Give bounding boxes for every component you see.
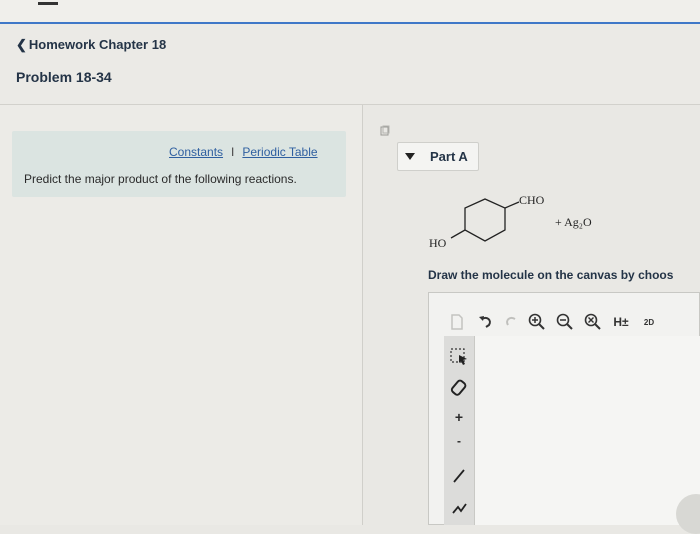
zoom-reset-icon[interactable]	[582, 308, 604, 336]
editor-toolbar: H± 2D	[440, 308, 700, 336]
part-a-toggle[interactable]: Part A	[397, 142, 479, 171]
zoom-out-icon[interactable]	[554, 308, 576, 336]
back-link-label: Homework Chapter 18	[28, 37, 167, 52]
hydrogens-label: H±	[613, 315, 629, 329]
eraser-icon[interactable]	[444, 374, 474, 402]
back-to-homework-link[interactable]: ❮ Homework Chapter 18	[16, 37, 166, 53]
problem-prompt: Predict the major product of the followi…	[24, 172, 297, 186]
charge-plus-label: +	[454, 409, 464, 425]
bookmark-icon	[379, 124, 391, 136]
caret-down-icon	[405, 153, 415, 160]
drawing-canvas[interactable]	[475, 336, 700, 525]
top-bar	[0, 0, 700, 22]
resource-links: Constants I Periodic Table	[169, 145, 318, 159]
zoom-in-icon[interactable]	[526, 308, 548, 336]
problem-info-box	[12, 131, 346, 197]
pane-divider	[362, 105, 363, 525]
chain-tool-icon[interactable]	[444, 494, 474, 522]
redo-icon[interactable]	[502, 308, 520, 336]
constants-link[interactable]: Constants	[169, 145, 223, 159]
periodic-table-link[interactable]: Periodic Table	[242, 145, 317, 159]
undo-icon[interactable]	[476, 308, 496, 336]
top-bar-mark	[38, 2, 58, 5]
link-separator: I	[231, 145, 235, 159]
hydroxyl-label: HO	[429, 236, 447, 250]
view-mode-button[interactable]: 2D	[638, 308, 660, 336]
chevron-left-icon: ❮	[16, 37, 27, 52]
editor-side-toolbar: + -	[444, 336, 475, 525]
reagent-label: + Ag₂O	[555, 215, 592, 229]
part-label: Part A	[430, 149, 468, 164]
single-bond-icon[interactable]	[444, 462, 474, 490]
page-title: Problem 18-34	[16, 69, 112, 85]
cut-off-course-title	[492, 0, 496, 10]
cyclohexane-ring	[450, 198, 520, 242]
charge-minus-label: -	[457, 434, 461, 448]
charge-minus-button[interactable]: -	[444, 430, 474, 452]
new-document-icon[interactable]	[448, 308, 466, 336]
explicit-hydrogens-button[interactable]: H±	[608, 308, 634, 336]
aldehyde-label: CHO	[519, 193, 545, 207]
charge-plus-button[interactable]: +	[444, 406, 474, 428]
view-mode-label: 2D	[643, 317, 655, 327]
draw-instructions: Draw the molecule on the canvas by choos	[428, 268, 674, 282]
select-tool-icon[interactable]	[444, 342, 474, 370]
reaction-scheme: CHO HO + Ag₂O	[425, 188, 625, 258]
header-area	[0, 24, 700, 104]
